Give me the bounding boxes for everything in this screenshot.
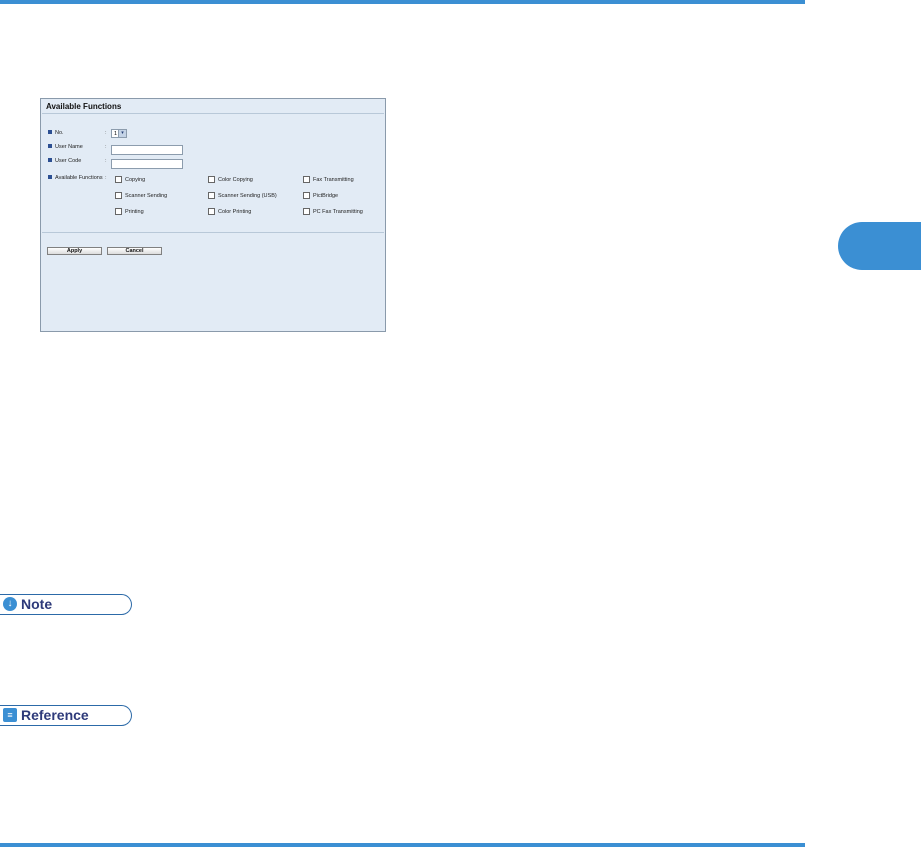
checkbox[interactable] [115, 207, 122, 215]
no-select-value: 1 [114, 131, 118, 137]
checkbox[interactable] [208, 207, 215, 215]
checkbox[interactable] [303, 191, 310, 199]
checkbox[interactable] [303, 207, 310, 215]
no-row-label: No. [48, 130, 64, 136]
function-label: Color Copying [218, 176, 253, 183]
function-checkbox-fax-transmitting[interactable]: Fax Transmitting [303, 175, 354, 183]
form-divider [42, 232, 384, 233]
function-checkbox-copying[interactable]: Copying [115, 175, 146, 183]
function-label: PictBridge [313, 192, 339, 199]
reference-label: Reference [21, 707, 89, 723]
user-code-label: User Code [55, 158, 82, 164]
function-label: Scanner Sending (USB) [218, 192, 277, 199]
checkbox[interactable] [115, 191, 122, 199]
chapter-tab [838, 222, 921, 270]
colon: : [105, 175, 107, 181]
chevron-down-icon[interactable]: ▾ [118, 130, 126, 137]
title-divider [42, 113, 384, 114]
user-code-row-label: User Code [48, 158, 81, 164]
available-functions-label: Available Functions [55, 175, 103, 181]
checkbox[interactable] [303, 175, 310, 183]
header-rule [0, 0, 805, 4]
colon: : [105, 130, 107, 136]
function-label: PC Fax Transmitting [313, 208, 363, 215]
function-label: Printing [125, 208, 144, 215]
document-icon: ≡ [3, 708, 17, 722]
arrow-down-icon: ↓ [3, 597, 17, 611]
no-label: No. [55, 130, 64, 136]
function-checkbox-scanner-sending[interactable]: Scanner Sending [115, 191, 168, 199]
panel-title: Available Functions [46, 102, 122, 111]
bullet-icon [48, 130, 52, 135]
bullet-icon [48, 158, 52, 163]
function-checkbox-printing[interactable]: Printing [115, 207, 144, 215]
user-name-row-label: User Name [48, 144, 83, 150]
colon: : [105, 158, 107, 164]
footer-rule [0, 843, 805, 847]
checkbox[interactable] [208, 191, 215, 199]
function-label: Fax Transmitting [313, 176, 354, 183]
available-functions-row-label: Available Functions [48, 175, 103, 181]
checkbox[interactable] [208, 175, 215, 183]
no-select[interactable]: 1 ▾ [111, 129, 127, 138]
available-functions-panel: Available Functions No. : 1 ▾ User Name … [40, 98, 386, 332]
colon: : [105, 144, 107, 150]
note-heading: ↓ Note [0, 594, 132, 615]
function-checkbox-pc-fax-transmitting[interactable]: PC Fax Transmitting [303, 207, 363, 215]
reference-heading: ≡ Reference [0, 705, 132, 726]
user-code-field[interactable] [111, 159, 183, 169]
function-checkbox-color-copying[interactable]: Color Copying [208, 175, 253, 183]
checkbox[interactable] [115, 175, 122, 183]
bullet-icon [48, 175, 52, 180]
cancel-button[interactable]: Cancel [107, 247, 162, 255]
user-name-label: User Name [55, 144, 83, 150]
apply-button[interactable]: Apply [47, 247, 102, 255]
function-label: Color Printing [218, 208, 252, 215]
function-label: Copying [125, 176, 146, 183]
user-name-field[interactable] [111, 145, 183, 155]
bullet-icon [48, 144, 52, 149]
function-checkbox-color-printing[interactable]: Color Printing [208, 207, 252, 215]
note-label: Note [21, 596, 53, 612]
function-checkbox-scanner-sending-usb[interactable]: Scanner Sending (USB) [208, 191, 277, 199]
function-checkbox-pictbridge[interactable]: PictBridge [303, 191, 339, 199]
function-label: Scanner Sending [125, 192, 168, 199]
